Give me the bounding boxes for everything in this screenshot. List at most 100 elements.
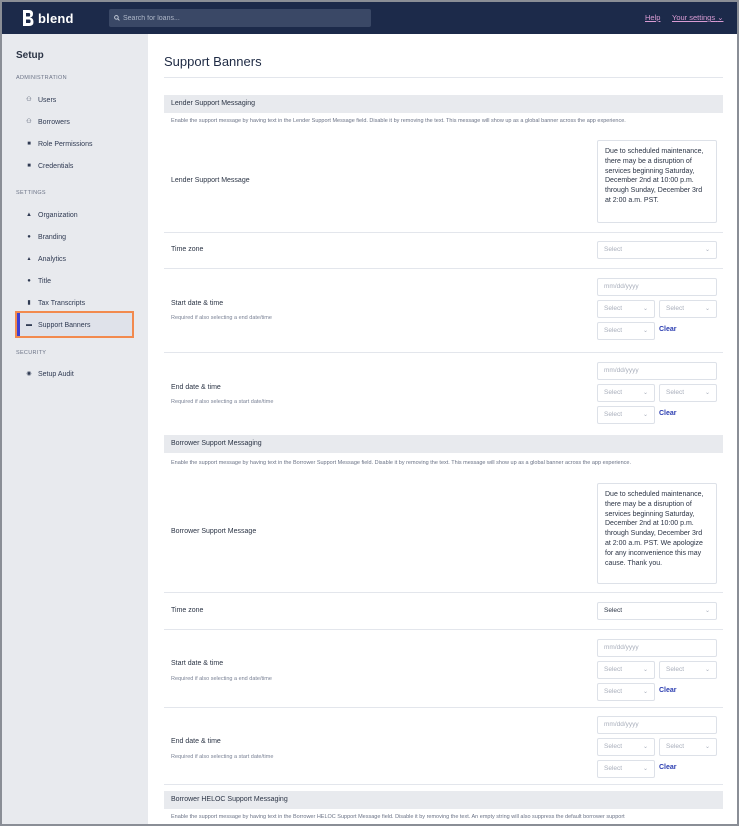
lender-end-hint: Required if also selecting a start date/… (171, 399, 274, 405)
brand-logo[interactable]: blend (22, 8, 74, 28)
section-settings: SETTINGS (16, 190, 46, 196)
sidebar-item-credentials[interactable]: ■ Credentials (26, 159, 73, 173)
chevron-down-icon: ⌄ (642, 667, 648, 673)
borrowers-icon: ⚇ (26, 119, 32, 125)
title-divider (164, 77, 723, 78)
lender-end-date-input[interactable]: mm/dd/yyyy (597, 362, 717, 380)
select-value: Select (666, 666, 685, 673)
search-input[interactable] (123, 14, 363, 22)
borrower-end-hour-select[interactable]: Select ⌄ (597, 738, 655, 756)
divider (164, 268, 723, 269)
borrower-start-date-input[interactable]: mm/dd/yyyy (597, 639, 717, 657)
borrower-start-minute-select[interactable]: Select ⌄ (659, 661, 717, 679)
search-icon (114, 15, 120, 21)
select-value: Select (604, 246, 623, 253)
select-value: Select (666, 389, 685, 396)
sidebar-item-role-permissions[interactable]: ■ Role Permissions (26, 137, 92, 151)
search-box[interactable] (109, 9, 371, 27)
chevron-down-icon: ⌄ (642, 744, 648, 750)
sidebar-item-label: Setup Audit (38, 370, 74, 378)
chevron-down-icon: ⌄ (704, 744, 710, 750)
select-value: Select (604, 411, 623, 418)
chevron-down-icon: ⌄ (704, 306, 710, 312)
lender-end-ampm-select[interactable]: Select ⌄ (597, 406, 655, 424)
active-indicator (17, 313, 20, 336)
borrower-end-clear-button[interactable]: Clear (659, 764, 677, 771)
divider (164, 352, 723, 353)
sidebar-item-analytics[interactable]: ▴ Analytics (26, 252, 66, 266)
borrower-start-hint: Required if also selecting a end date/ti… (171, 676, 272, 682)
sidebar-title: Setup (16, 50, 44, 61)
lender-timezone-label: Time zone (171, 246, 204, 253)
lender-timezone-select[interactable]: Select ⌄ (597, 241, 717, 259)
sidebar-item-setup-audit[interactable]: ◉ Setup Audit (26, 367, 74, 381)
borrower-end-date-input[interactable]: mm/dd/yyyy (597, 716, 717, 734)
sidebar-item-borrowers[interactable]: ⚇ Borrowers (26, 115, 70, 129)
sidebar-item-label: Analytics (38, 255, 67, 263)
borrower-end-minute-select[interactable]: Select ⌄ (659, 738, 717, 756)
sidebar-item-label: Organization (38, 211, 78, 219)
select-value: Select (604, 743, 623, 750)
chevron-down-icon: ⌄ (717, 13, 724, 22)
borrower-timezone-label: Time zone (171, 607, 204, 614)
borrower-message-textarea[interactable]: Due to scheduled maintenance, there may … (597, 483, 717, 584)
divider (164, 707, 723, 708)
select-value: Select (604, 327, 623, 334)
heloc-section-heading: Borrower HELOC Support Messaging (164, 791, 723, 809)
select-value: Select (604, 607, 623, 614)
sidebar-item-support-banners-content[interactable]: ▬ Support Banners (26, 318, 91, 332)
sidebar-item-users[interactable]: ⚇ Users (26, 93, 56, 107)
lender-end-hour-select[interactable]: Select ⌄ (597, 384, 655, 402)
your-settings-menu[interactable]: Your settings ⌄ (672, 13, 723, 22)
borrower-timezone-select[interactable]: Select ⌄ (597, 602, 717, 620)
divider (164, 629, 723, 630)
lender-message-textarea[interactable]: Due to scheduled maintenance, there may … (597, 140, 717, 223)
sidebar-item-tax-transcripts[interactable]: ▮ Tax Transcripts (26, 296, 85, 310)
lender-end-clear-button[interactable]: Clear (659, 410, 677, 417)
divider (164, 232, 723, 233)
chevron-down-icon: ⌄ (642, 689, 648, 695)
lender-start-hour-select[interactable]: Select ⌄ (597, 300, 655, 318)
divider (164, 784, 723, 785)
borrower-end-ampm-select[interactable]: Select ⌄ (597, 760, 655, 778)
page-title: Support Banners (164, 54, 262, 69)
heloc-section-description: Enable the support message by having tex… (171, 814, 625, 820)
select-value: Select (666, 305, 685, 312)
chevron-down-icon: ⌄ (704, 390, 710, 396)
borrower-end-hint: Required if also selecting a start date/… (171, 754, 274, 760)
chevron-down-icon: ⌄ (642, 390, 648, 396)
sidebar-item-label: Role Permissions (38, 140, 93, 148)
borrower-section-description: Enable the support message by having tex… (171, 460, 632, 466)
select-value: Select (666, 743, 685, 750)
check-circle-icon: ● (27, 278, 31, 284)
lender-start-minute-select[interactable]: Select ⌄ (659, 300, 717, 318)
help-link[interactable]: Help (645, 13, 660, 22)
borrower-start-clear-button[interactable]: Clear (659, 687, 677, 694)
chevron-down-icon: ⌄ (704, 608, 710, 614)
lender-start-date-input[interactable]: mm/dd/yyyy (597, 278, 717, 296)
message-icon: ▬ (26, 322, 32, 328)
lender-start-ampm-select[interactable]: Select ⌄ (597, 322, 655, 340)
lender-end-minute-select[interactable]: Select ⌄ (659, 384, 717, 402)
section-security: SECURITY (16, 350, 47, 356)
lender-section-description: Enable the support message by having tex… (171, 118, 626, 124)
select-value: Select (604, 389, 623, 396)
lender-start-hint: Required if also selecting a end date/ti… (171, 315, 272, 321)
borrower-start-hour-select[interactable]: Select ⌄ (597, 661, 655, 679)
sidebar-item-label: Title (38, 277, 51, 285)
chevron-down-icon: ⌄ (704, 247, 710, 253)
borrower-start-label: Start date & time (171, 660, 224, 667)
credentials-icon: ■ (27, 163, 31, 169)
lender-end-label: End date & time (171, 384, 221, 391)
sidebar-item-label: Credentials (38, 162, 74, 170)
bank-icon: ▲ (26, 212, 32, 218)
sidebar-item-branding[interactable]: ● Branding (26, 230, 66, 244)
sidebar-item-label: Tax Transcripts (38, 299, 86, 307)
sidebar-item-organization[interactable]: ▲ Organization (26, 208, 78, 222)
palette-icon: ● (27, 234, 31, 240)
chevron-down-icon: ⌄ (642, 306, 648, 312)
sidebar-item-title[interactable]: ● Title (26, 274, 51, 288)
lender-start-clear-button[interactable]: Clear (659, 326, 677, 333)
select-value: Select (604, 765, 623, 772)
borrower-start-ampm-select[interactable]: Select ⌄ (597, 683, 655, 701)
